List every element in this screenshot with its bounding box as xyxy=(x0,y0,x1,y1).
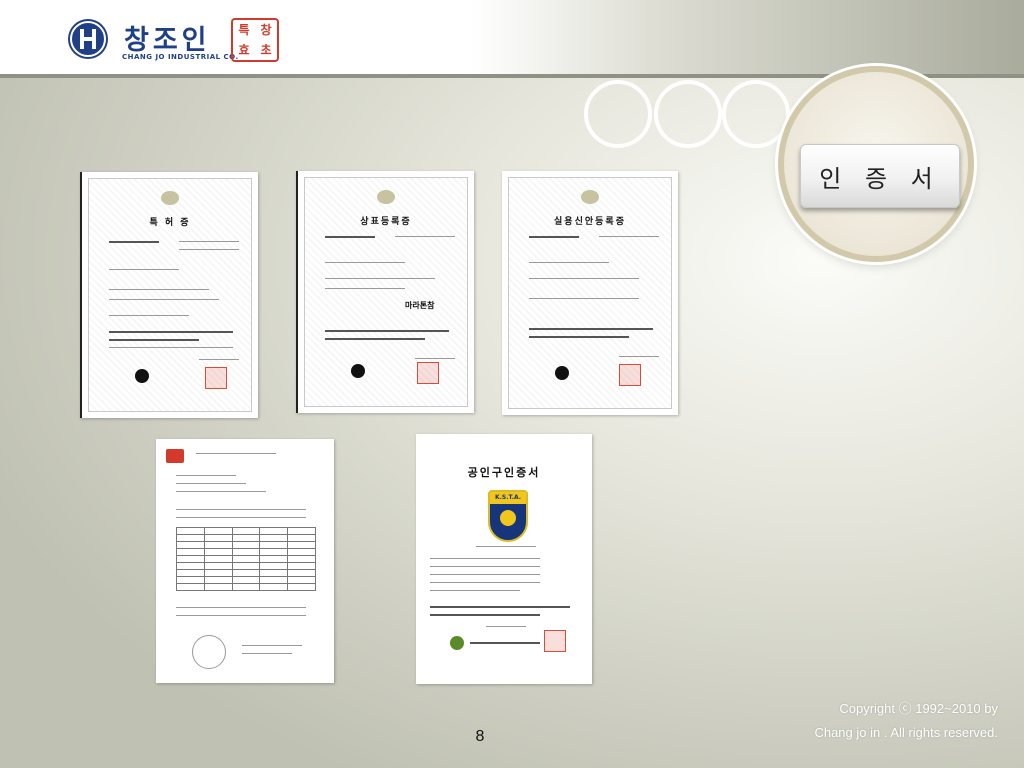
kipo-logo-icon xyxy=(555,366,569,380)
page-number: 8 xyxy=(475,728,485,745)
company-logo-icon xyxy=(68,19,108,59)
flower-icon xyxy=(500,510,516,526)
certificate-frame: 실용신안등록증 xyxy=(508,177,672,409)
kipo-logo-icon xyxy=(135,369,149,383)
certificate-heading: 공인구인증서 xyxy=(467,466,541,479)
company-seal-icon: 특 창 효 초 xyxy=(231,18,279,62)
slide-title-button[interactable]: 인 증 서 xyxy=(800,144,960,208)
header-bar: 창조인 CHANG JO INDUSTRIAL CO. 특 창 효 초 xyxy=(0,0,1024,74)
copyright-line-2: Chang jo in . All rights reserved. xyxy=(814,725,998,740)
header-logo-icon xyxy=(166,449,184,463)
certificate-frame: 특 허 증 xyxy=(88,178,252,412)
emblem-icon xyxy=(377,190,395,204)
official-stamp-icon xyxy=(544,630,566,652)
certificate-trademark[interactable]: 상표등록증 마라톤참 xyxy=(296,171,474,413)
seal-char: 특 xyxy=(238,23,250,37)
association-logo-icon xyxy=(450,636,464,650)
ksta-badge-label: K.S.T.A. xyxy=(490,492,526,504)
trademark-brand-text: 마라톤참 xyxy=(405,301,435,310)
official-stamp-icon xyxy=(205,367,227,389)
certificate-ksta[interactable]: 공인구인증서 K.S.T.A. xyxy=(416,434,592,684)
decorative-ring xyxy=(584,80,652,148)
company-name-english: CHANG JO INDUSTRIAL CO. xyxy=(122,53,239,61)
company-name-korean: 창조인 xyxy=(124,25,211,56)
seal-char: 효 xyxy=(238,43,250,57)
registration-table xyxy=(176,527,316,591)
kipo-logo-icon xyxy=(351,364,365,378)
certificate-utility-model[interactable]: 실용신안등록증 xyxy=(502,171,678,415)
certificate-frame: 상표등록증 마라톤참 xyxy=(304,177,468,407)
copyright-line-1: Copyright ⓒ 1992~2010 by xyxy=(839,701,998,716)
certificate-heading: 상표등록증 xyxy=(360,217,412,227)
certificate-heading: 특 허 증 xyxy=(149,218,191,228)
certificate-heading: 실용신안등록증 xyxy=(554,217,626,227)
official-stamp-icon xyxy=(619,364,641,386)
ksta-badge-icon: K.S.T.A. xyxy=(488,490,528,542)
decorative-ring xyxy=(722,80,790,148)
emblem-icon xyxy=(581,190,599,204)
header-gradient xyxy=(470,0,1024,74)
certificate-registration-list[interactable] xyxy=(156,439,334,683)
seal-char: 창 xyxy=(260,23,272,37)
round-seal-icon xyxy=(192,635,226,669)
certificate-patent[interactable]: 특 허 증 xyxy=(80,172,258,418)
decorative-ring xyxy=(654,80,722,148)
emblem-icon xyxy=(161,191,179,205)
official-stamp-icon xyxy=(417,362,439,384)
seal-char: 초 xyxy=(260,43,272,57)
